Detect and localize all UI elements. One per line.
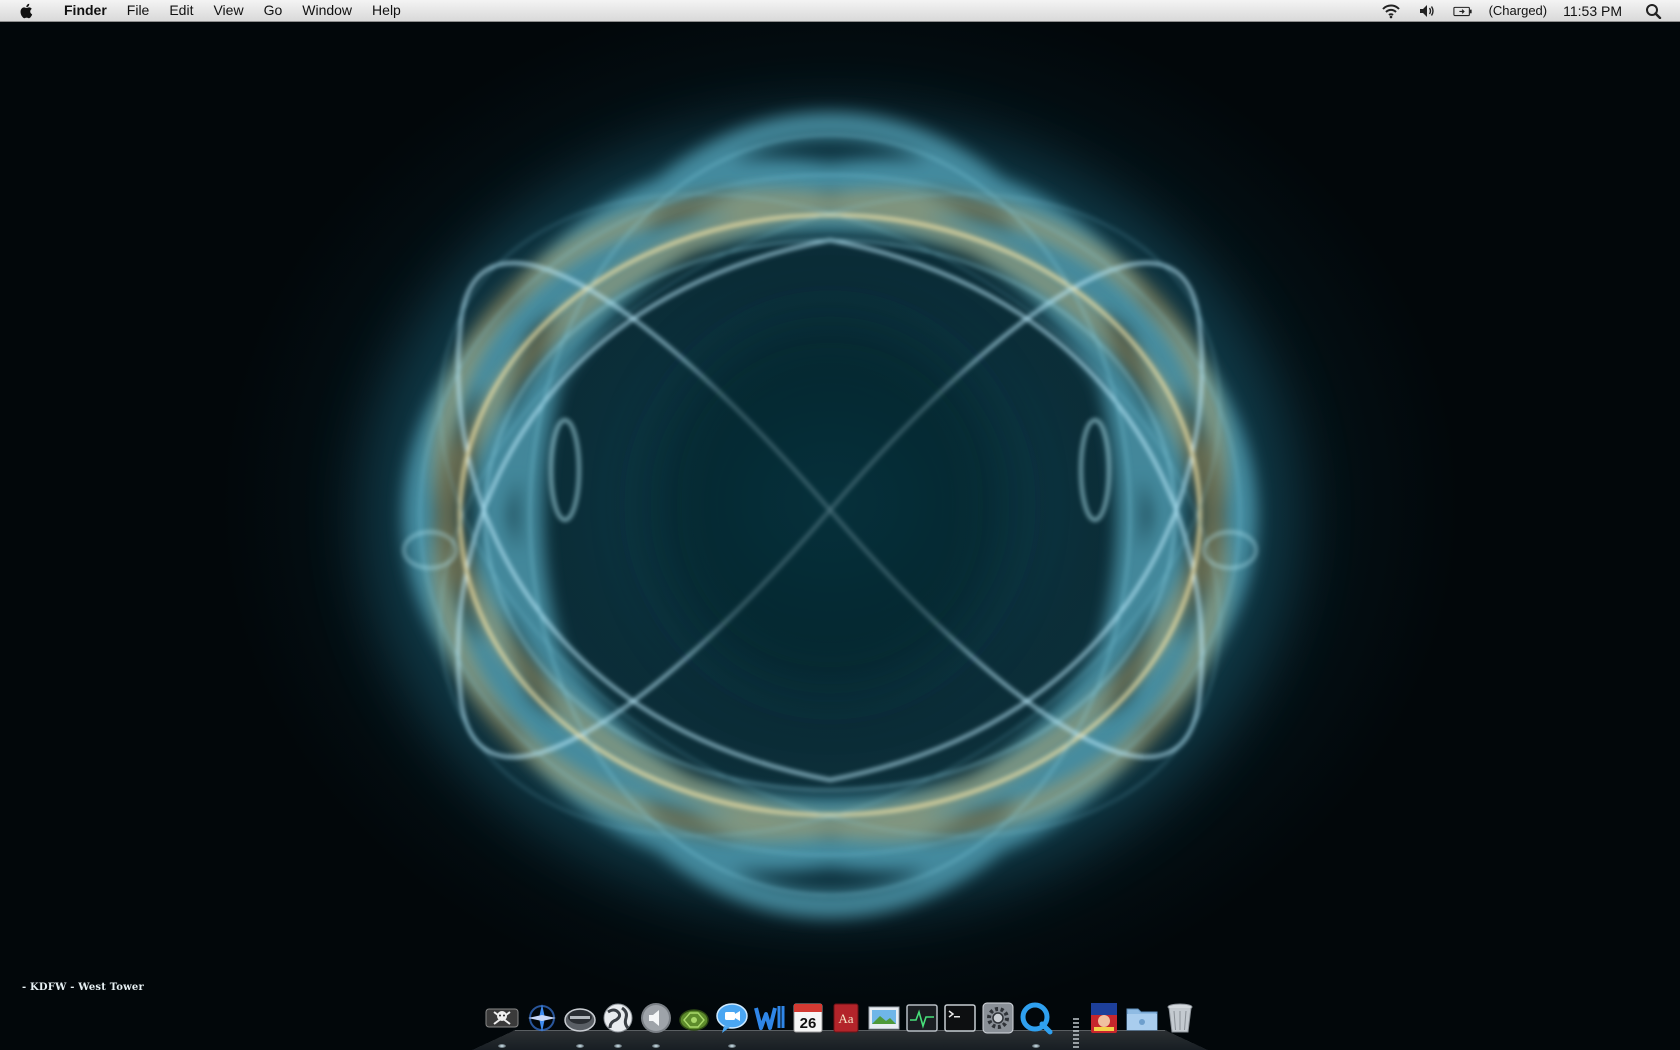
menu-clock[interactable]: 11:53 PM <box>1563 3 1622 19</box>
speaker-icon <box>641 1003 671 1033</box>
dock-item-compass-app[interactable] <box>524 1000 560 1036</box>
dock-item-ical[interactable]: 26 <box>790 1000 826 1036</box>
dock-item-hard-drive[interactable] <box>562 1000 598 1036</box>
running-indicator <box>728 1044 736 1048</box>
dock-item-speaker[interactable] <box>638 1000 674 1036</box>
volume-icon[interactable] <box>1417 3 1437 19</box>
running-indicator <box>652 1044 660 1048</box>
menu-window[interactable]: Window <box>292 0 362 21</box>
menu-go[interactable]: Go <box>254 0 293 21</box>
dock-separator <box>1073 1018 1079 1048</box>
running-indicator <box>498 1044 506 1048</box>
wallpaper-fractal <box>360 112 1300 918</box>
globe-icon <box>603 1003 633 1033</box>
pirate-app-icon <box>485 1008 519 1028</box>
compass-app-icon <box>528 1004 556 1032</box>
game-app-icon <box>1091 1003 1117 1033</box>
quicktime-icon <box>1020 1002 1053 1035</box>
ical-icon: 26 <box>793 1003 823 1033</box>
dock-item-dictionary[interactable]: Aa <box>828 1000 864 1036</box>
running-indicator <box>614 1044 622 1048</box>
terminal-icon <box>944 1004 976 1032</box>
trash-icon <box>1167 1003 1193 1033</box>
battery-status-text[interactable]: (Charged) <box>1489 3 1548 18</box>
folder-icon <box>1126 1008 1158 1031</box>
menu-file[interactable]: File <box>117 0 160 21</box>
dictionary-label: Aa <box>838 1011 853 1026</box>
dock-item-preview[interactable] <box>866 1000 902 1036</box>
apple-menu-icon[interactable] <box>18 2 36 20</box>
hard-drive-icon <box>564 1008 596 1032</box>
dock-item-game-app[interactable] <box>1086 1000 1122 1036</box>
running-indicator <box>576 1044 584 1048</box>
wifi-icon[interactable] <box>1381 3 1401 19</box>
dock-item-quicktime[interactable] <box>1018 1000 1054 1036</box>
dock-item-terminal[interactable] <box>942 1000 978 1036</box>
battery-icon[interactable] <box>1452 3 1473 19</box>
menu-bar: Finder File Edit View Go Window Help (Ch… <box>0 0 1680 22</box>
spotlight-search-icon[interactable] <box>1644 3 1664 19</box>
desktop-location-label: - KDFW - West Tower <box>22 982 144 993</box>
activity-monitor-icon <box>906 1004 938 1032</box>
dock: 26 Aa <box>470 998 1210 1050</box>
dock-item-pirate-app[interactable] <box>484 1000 520 1036</box>
status-area: (Charged) 11:53 PM <box>1373 0 1680 21</box>
menu-view[interactable]: View <box>203 0 253 21</box>
dock-item-trash[interactable] <box>1162 1000 1198 1036</box>
system-preferences-icon <box>982 1002 1014 1034</box>
turtle-app-icon <box>679 1009 709 1031</box>
dock-item-word-processor[interactable] <box>752 1000 788 1036</box>
dock-item-ichat[interactable] <box>714 1000 750 1036</box>
dock-item-turtle-app[interactable] <box>676 1000 712 1036</box>
dock-item-activity-monitor[interactable] <box>904 1000 940 1036</box>
dock-item-folder[interactable] <box>1124 1000 1160 1036</box>
menu-edit[interactable]: Edit <box>159 0 203 21</box>
dock-item-globe[interactable] <box>600 1000 636 1036</box>
ical-day-number: 26 <box>800 1015 817 1032</box>
preview-icon <box>868 1006 900 1030</box>
menu-help[interactable]: Help <box>362 0 411 21</box>
ichat-icon <box>716 1003 748 1033</box>
dock-item-system-preferences[interactable] <box>980 1000 1016 1036</box>
running-indicator <box>1032 1044 1040 1048</box>
dictionary-icon: Aa <box>833 1003 859 1033</box>
word-processor-icon <box>754 1006 785 1030</box>
menu-app-name[interactable]: Finder <box>54 0 117 21</box>
desktop: Finder File Edit View Go Window Help (Ch… <box>0 0 1680 1050</box>
